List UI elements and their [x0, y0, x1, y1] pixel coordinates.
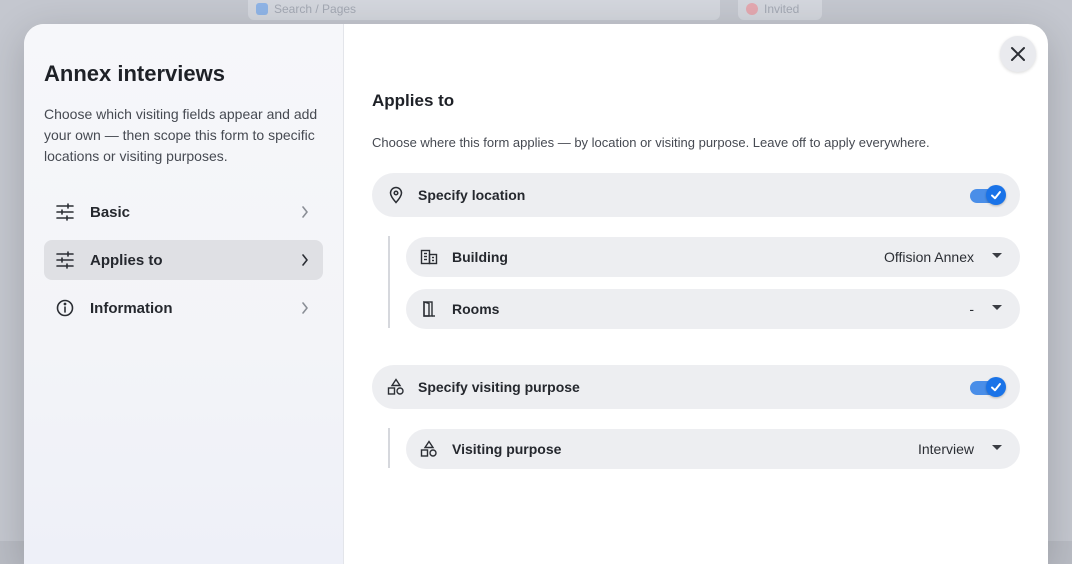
toggle-knob — [986, 185, 1006, 205]
sidebar-item-applies-to[interactable]: Applies to — [44, 240, 323, 280]
chevron-right-icon — [302, 206, 308, 218]
form-title: Annex interviews — [44, 61, 225, 86]
building-label: Building — [452, 249, 508, 265]
sidebar-item-information[interactable]: Information — [44, 288, 323, 328]
visiting-purpose-value: Interview — [917, 441, 974, 457]
check-icon — [991, 383, 1001, 392]
sidebar-nav: Basic Applies to Information — [44, 192, 323, 336]
rooms-select[interactable]: Rooms - — [406, 289, 1020, 329]
visiting-purpose-label: Visiting purpose — [452, 441, 562, 457]
specify-purpose-toggle[interactable] — [970, 377, 1006, 397]
rooms-value: - — [969, 301, 974, 317]
section-title: Applies to — [372, 91, 455, 110]
close-button[interactable] — [1000, 36, 1036, 72]
form-description: Choose which visiting fields appear and … — [44, 106, 318, 164]
location-pin-icon — [389, 186, 403, 204]
indent-line — [388, 236, 390, 328]
info-icon — [56, 299, 74, 317]
door-icon — [423, 301, 435, 317]
toggle-knob — [986, 377, 1006, 397]
modal-main: Applies to Choose where this form applie… — [344, 24, 1048, 564]
specify-purpose-label: Specify visiting purpose — [418, 379, 580, 395]
caret-down-icon — [992, 253, 1002, 258]
building-icon — [420, 249, 438, 265]
background-search: Search / Pages — [248, 0, 720, 20]
specify-location-label: Specify location — [418, 187, 526, 203]
chevron-right-icon — [302, 302, 308, 314]
sidebar-item-label: Applies to — [90, 251, 163, 269]
form-settings-modal: Annex interviews Choose which visiting f… — [24, 24, 1048, 564]
background-pill: Invited — [738, 0, 822, 20]
close-icon — [1011, 47, 1025, 61]
building-select[interactable]: Building Offision Annex — [406, 237, 1020, 277]
check-icon — [991, 191, 1001, 200]
specify-location-row: Specify location — [372, 173, 1020, 217]
caret-down-icon — [992, 305, 1002, 310]
rooms-label: Rooms — [452, 301, 500, 317]
sidebar-item-label: Information — [90, 299, 173, 317]
sliders-icon — [56, 203, 74, 221]
building-value: Offision Annex — [883, 249, 974, 265]
visiting-purpose-select[interactable]: Visiting purpose Interview — [406, 429, 1020, 469]
modal-sidebar: Annex interviews Choose which visiting f… — [24, 24, 344, 564]
indent-line — [388, 428, 390, 468]
specify-location-toggle[interactable] — [970, 185, 1006, 205]
shapes-icon — [387, 378, 404, 395]
sidebar-item-label: Basic — [90, 203, 131, 221]
chevron-right-icon — [302, 254, 308, 266]
sliders-icon — [56, 251, 74, 269]
search-icon — [256, 3, 268, 15]
shapes-icon — [420, 440, 437, 457]
specify-purpose-row: Specify visiting purpose — [372, 365, 1020, 409]
status-dot-icon — [746, 3, 758, 15]
caret-down-icon — [992, 445, 1002, 450]
section-description: Choose where this form applies — by loca… — [372, 135, 930, 150]
sidebar-item-basic[interactable]: Basic — [44, 192, 323, 232]
